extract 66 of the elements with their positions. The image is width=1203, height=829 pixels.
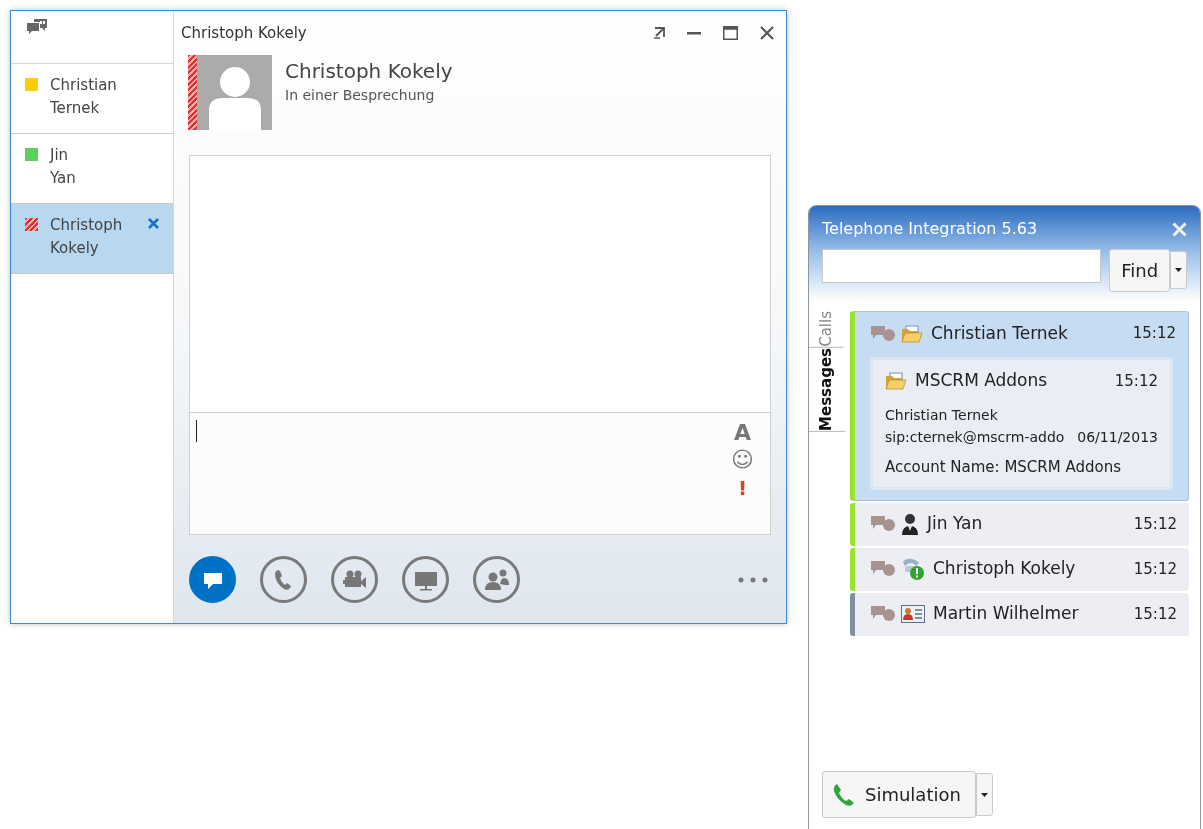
screen-share-button[interactable] <box>402 556 449 603</box>
message-entry[interactable]: Martin Wilhelmer 15:12 <box>850 592 1189 636</box>
video-button[interactable] <box>331 556 378 603</box>
contact-item[interactable]: Christoph Kokely <box>11 204 173 274</box>
caret-icon <box>981 792 988 797</box>
contact-item[interactable]: Christian Ternek <box>11 64 173 134</box>
search-field[interactable] <box>822 249 1102 283</box>
time-label: 15:12 <box>1114 370 1158 392</box>
message-entry[interactable]: Jin Yan 15:12 <box>850 502 1189 546</box>
account-name: Account Name: MSCRM Addons <box>885 457 1122 478</box>
time-label: 15:12 <box>1133 558 1177 580</box>
contact-item[interactable]: Jin Yan <box>11 134 173 204</box>
instant-message-button[interactable] <box>189 556 236 603</box>
person-icon <box>901 513 919 535</box>
font-button[interactable]: A <box>734 421 752 445</box>
contact-name: Christian Ternek <box>931 321 1069 345</box>
phone-icon <box>832 782 856 807</box>
window-title: Telephone Integration 5.63 <box>822 218 1038 240</box>
close-icon[interactable] <box>148 218 159 229</box>
people-icon <box>483 567 510 592</box>
contact-name: Christoph Kokely <box>285 58 453 85</box>
sip-address: sip:cternek@mscrm-addo <box>885 428 1065 447</box>
find-dropdown-button[interactable] <box>1170 251 1187 289</box>
folder-icon <box>901 324 923 343</box>
simulation-button[interactable]: Simulation <box>822 771 976 818</box>
contact-name: Christian Ternek <box>885 406 999 425</box>
message-input[interactable]: A ☺ ! <box>189 413 771 535</box>
contact-name: Martin Wilhelmer <box>933 602 1080 626</box>
side-tab[interactable]: Messages <box>809 347 846 432</box>
chat-bubbles-icon <box>871 561 895 577</box>
message-entry[interactable]: Christian Ternek 15:12 MSCRM Addons 15:12 Christian Ternek sip:cternek@mscrm-addo 06/11/2013 Account Name: MSCRM Addons <box>850 311 1189 501</box>
contact-name: Christoph Kokely <box>933 557 1077 581</box>
folder-icon <box>885 372 907 390</box>
message-entry[interactable]: Christoph Kokely 15:12 <box>850 547 1189 591</box>
contact-name-line: Jin <box>50 145 70 166</box>
contact-name: Jin Yan <box>927 512 984 536</box>
chat-bubbles-icon <box>871 325 895 342</box>
contact-status: In einer Besprechung <box>285 86 436 105</box>
contact-name-line: Yan <box>50 168 76 189</box>
time-label: 15:12 <box>1133 603 1177 625</box>
record-title: MSCRM Addons <box>915 369 1049 393</box>
priority-button[interactable]: ! <box>737 475 748 501</box>
contact-card-icon <box>901 605 925 623</box>
caret-icon <box>1175 268 1182 272</box>
pop-out-icon[interactable] <box>653 27 665 39</box>
chat-bubbles-icon <box>871 516 895 532</box>
simulation-dropdown-button[interactable] <box>976 773 993 816</box>
contact-name-line: Christian <box>50 75 117 96</box>
emoticon-button[interactable]: ☺ <box>731 447 754 473</box>
minimize-icon[interactable] <box>687 31 701 35</box>
participants-button[interactable] <box>473 556 520 603</box>
more-options-icon[interactable] <box>738 576 768 583</box>
find-button[interactable]: Find <box>1109 249 1171 292</box>
close-icon[interactable] <box>760 26 774 40</box>
call-button[interactable] <box>260 556 307 603</box>
side-tab[interactable]: Calls <box>809 311 844 348</box>
window-title: Christoph Kokely <box>181 22 307 44</box>
contact-name-line: Christoph <box>50 215 123 236</box>
time-label: 15:12 <box>1133 513 1177 535</box>
phone-alert-icon <box>901 557 925 581</box>
contact-name-line: Kokely <box>50 238 100 259</box>
date-label: 06/11/2013 <box>1077 428 1158 447</box>
chat-bubbles-icon <box>871 606 895 622</box>
time-label: 15:12 <box>1132 323 1176 345</box>
contact-name-line: Ternek <box>50 98 101 119</box>
maximize-icon[interactable] <box>723 26 738 40</box>
